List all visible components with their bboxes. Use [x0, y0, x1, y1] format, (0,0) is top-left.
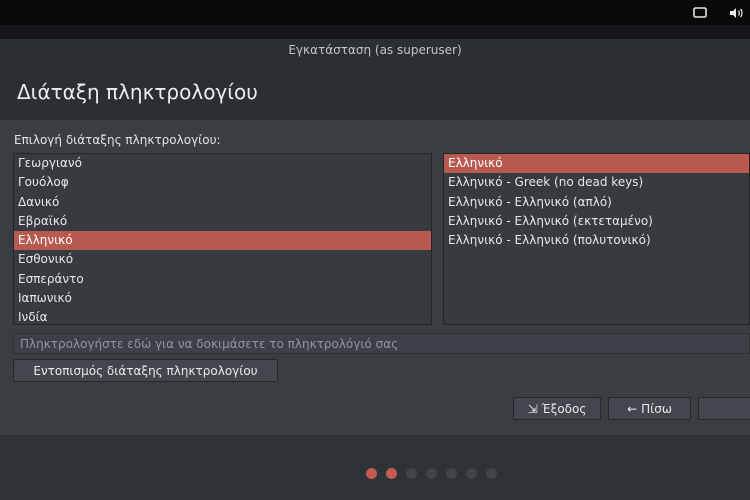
detect-layout-label: Εντοπισμός διάταξης πληκτρολογίου — [33, 363, 258, 378]
variant-list[interactable]: Ελληνικό Ελληνικό - Greek (no dead keys) Ε… — [443, 153, 750, 325]
list-item[interactable]: Ελληνικό - Ελληνικό (πολυτονικό) — [444, 231, 749, 250]
list-item[interactable]: Ελληνικό - Ελληνικό (απλό) — [444, 193, 749, 212]
list-item[interactable]: Ελληνικό — [444, 154, 749, 174]
progress-dot — [406, 468, 417, 479]
list-item[interactable]: Δανικό — [14, 193, 431, 212]
screen-icon[interactable] — [692, 5, 708, 21]
list-item[interactable]: Ιαπωνικό — [14, 289, 431, 308]
panel-gap — [0, 25, 750, 39]
progress-dot — [426, 468, 437, 479]
progress-dots — [366, 468, 497, 479]
page-title: Διάταξη πληκτρολογίου — [17, 80, 258, 104]
keyboard-test-input[interactable] — [13, 333, 750, 354]
window-title: Εγκατάσταση (as superuser) — [288, 43, 462, 57]
detect-layout-button[interactable]: Εντοπισμός διάταξης πληκτρολογίου — [13, 359, 278, 382]
back-label: Πίσω — [641, 401, 672, 416]
page-header: Διάταξη πληκτρολογίου — [0, 63, 750, 120]
quit-button[interactable]: ⇲ Έξοδος — [513, 397, 601, 420]
arrow-left-icon: ← — [627, 401, 638, 416]
list-item[interactable]: Ελληνικό — [14, 231, 431, 251]
top-panel — [0, 0, 750, 25]
window-titlebar: Εγκατάσταση (as superuser) — [0, 39, 750, 63]
volume-icon[interactable] — [728, 5, 744, 21]
progress-dot — [366, 468, 377, 479]
progress-dot — [446, 468, 457, 479]
quit-label: Έξοδος — [541, 401, 587, 416]
exit-icon: ⇲ — [527, 401, 538, 416]
list-item[interactable]: Ελληνικό - Ελληνικό (εκτεταμένο) — [444, 212, 749, 231]
progress-dot — [466, 468, 477, 479]
back-button[interactable]: ← Πίσω — [608, 397, 691, 420]
list-item[interactable]: Ελληνικό - Greek (no dead keys) — [444, 173, 749, 192]
next-button[interactable] — [698, 397, 750, 420]
progress-dot — [386, 468, 397, 479]
list-item[interactable]: Εβραϊκό — [14, 212, 431, 231]
progress-dot — [486, 468, 497, 479]
list-item[interactable]: Εσπεράντο — [14, 270, 431, 289]
layout-list[interactable]: Γεωργιανό Γουόλοφ Δανικό Εβραϊκό Ελληνικό Εσθ… — [13, 153, 432, 325]
layout-section-label: Επιλογή διάταξης πληκτρολογίου: — [14, 133, 221, 147]
list-item[interactable]: Εσθονικό — [14, 250, 431, 269]
list-item[interactable]: Γεωργιανό — [14, 154, 431, 173]
list-item[interactable]: Ινδία — [14, 308, 431, 324]
list-item[interactable]: Γουόλοφ — [14, 173, 431, 192]
